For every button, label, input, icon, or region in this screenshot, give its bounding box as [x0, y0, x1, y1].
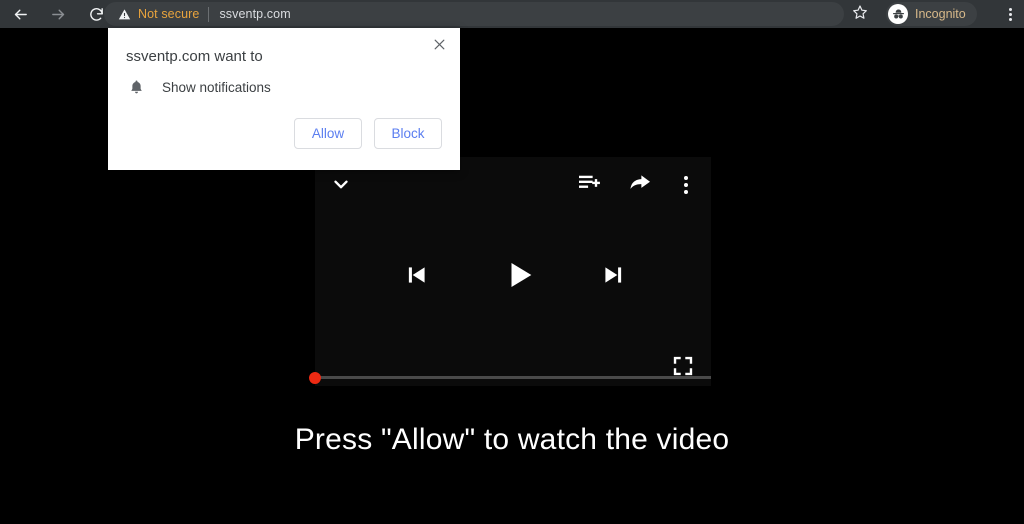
- star-icon: [852, 4, 868, 25]
- chevron-down-icon: [330, 173, 352, 200]
- browser-menu-button[interactable]: [1000, 3, 1020, 25]
- permission-row: Show notifications: [127, 78, 271, 96]
- previous-track-button[interactable]: [398, 258, 436, 296]
- allow-button[interactable]: Allow: [294, 118, 362, 149]
- collapse-player-button[interactable]: [326, 173, 356, 199]
- reload-icon: [88, 6, 105, 23]
- close-dialog-button[interactable]: [426, 34, 452, 60]
- warning-triangle-icon[interactable]: [118, 8, 131, 21]
- arrow-left-icon: [12, 6, 29, 23]
- permission-label: Show notifications: [162, 79, 271, 95]
- dialog-title: ssventp.com want to: [126, 48, 263, 65]
- add-to-queue-icon: [578, 173, 600, 198]
- url-text: ssventp.com: [219, 7, 291, 21]
- dialog-actions: Allow Block: [294, 118, 442, 149]
- kebab-menu-icon: [1008, 7, 1012, 22]
- skip-next-icon: [600, 262, 626, 293]
- next-track-button[interactable]: [594, 258, 632, 296]
- security-status-label: Not secure: [138, 7, 200, 21]
- kebab-menu-icon: [684, 176, 688, 180]
- share-button[interactable]: [625, 171, 655, 199]
- notification-permission-dialog: ssventp.com want to Show notifications A…: [108, 28, 460, 170]
- bookmark-button[interactable]: [848, 3, 872, 25]
- add-to-queue-button[interactable]: [574, 171, 604, 199]
- transport-controls: [315, 254, 711, 300]
- video-progress-bar[interactable]: [309, 371, 711, 384]
- block-button[interactable]: Block: [374, 118, 442, 149]
- skip-previous-icon: [404, 262, 430, 293]
- back-button[interactable]: [6, 0, 34, 28]
- omnibox-divider: [208, 6, 210, 22]
- player-menu-button[interactable]: [675, 171, 697, 199]
- play-icon: [503, 258, 537, 297]
- video-player[interactable]: [309, 157, 711, 386]
- bell-icon: [127, 78, 145, 96]
- browser-toolbar: Not secure ssventp.com Incognito: [0, 0, 1024, 28]
- forward-button[interactable]: [44, 0, 72, 28]
- incognito-label: Incognito: [915, 7, 966, 21]
- video-scrubber-handle[interactable]: [309, 371, 321, 384]
- call-to-action-text: Press "Allow" to watch the video: [294, 423, 730, 456]
- address-bar[interactable]: Not secure ssventp.com: [104, 2, 844, 26]
- incognito-profile-badge[interactable]: Incognito: [886, 2, 977, 26]
- arrow-right-icon: [50, 6, 67, 23]
- incognito-spy-icon: [888, 4, 908, 24]
- share-arrow-icon: [629, 173, 651, 198]
- close-x-icon: [433, 38, 446, 56]
- play-button[interactable]: [497, 254, 543, 300]
